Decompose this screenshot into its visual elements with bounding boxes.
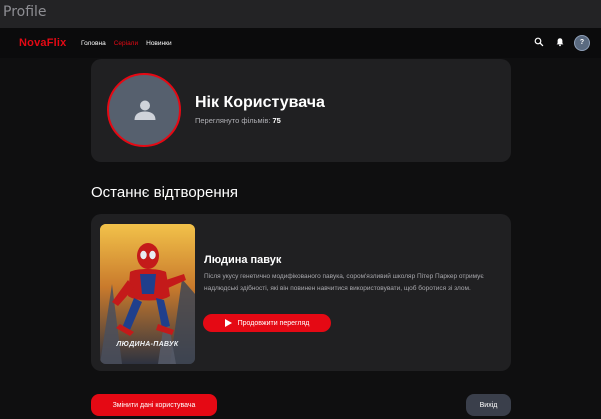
recent-playback-card: ЛЮДИНА-ПАВУК Людина павук Після укусу ге… [91,214,511,371]
movie-poster[interactable]: ЛЮДИНА-ПАВУК [100,224,195,364]
window-title-bar: Profile [0,0,601,28]
user-icon [134,100,156,120]
movie-title: Людина павук [204,254,282,266]
profile-avatar [107,73,181,147]
window-title: Profile [3,4,47,20]
profile-card: Нік Користувача Переглянуто фільмів: 75 [91,59,511,162]
bell-icon[interactable] [555,37,565,47]
top-navbar: NovaFlix Головна Серіали Новинки ? [0,28,601,58]
play-icon [224,319,232,327]
watched-count: 75 [272,116,281,125]
watched-label: Переглянуто фільмів: [195,116,271,125]
nav-link-new[interactable]: Новинки [146,40,171,47]
poster-caption: ЛЮДИНА-ПАВУК [116,341,179,348]
search-icon[interactable] [534,37,544,47]
app: NovaFlix Головна Серіали Новинки ? Нік К… [0,28,601,419]
continue-watching-button[interactable]: Продовжити перегляд [203,314,331,332]
nav-link-home[interactable]: Головна [81,40,106,47]
edit-user-button[interactable]: Змінити дані користувача [91,394,217,416]
logo[interactable]: NovaFlix [19,37,66,49]
logout-button[interactable]: Вихід [466,394,511,416]
watched-count-text: Переглянуто фільмів: 75 [195,116,281,125]
nav-link-series[interactable]: Серіали [114,40,138,47]
recent-section-title: Останнє відтворення [91,184,239,201]
user-avatar[interactable]: ? [574,35,590,51]
nav-links: Головна Серіали Новинки [81,40,172,47]
continue-watching-label: Продовжити перегляд [237,319,310,327]
profile-nickname: Нік Користувача [195,94,325,111]
movie-description: Після укусу генетично модифікованого пав… [204,273,484,292]
